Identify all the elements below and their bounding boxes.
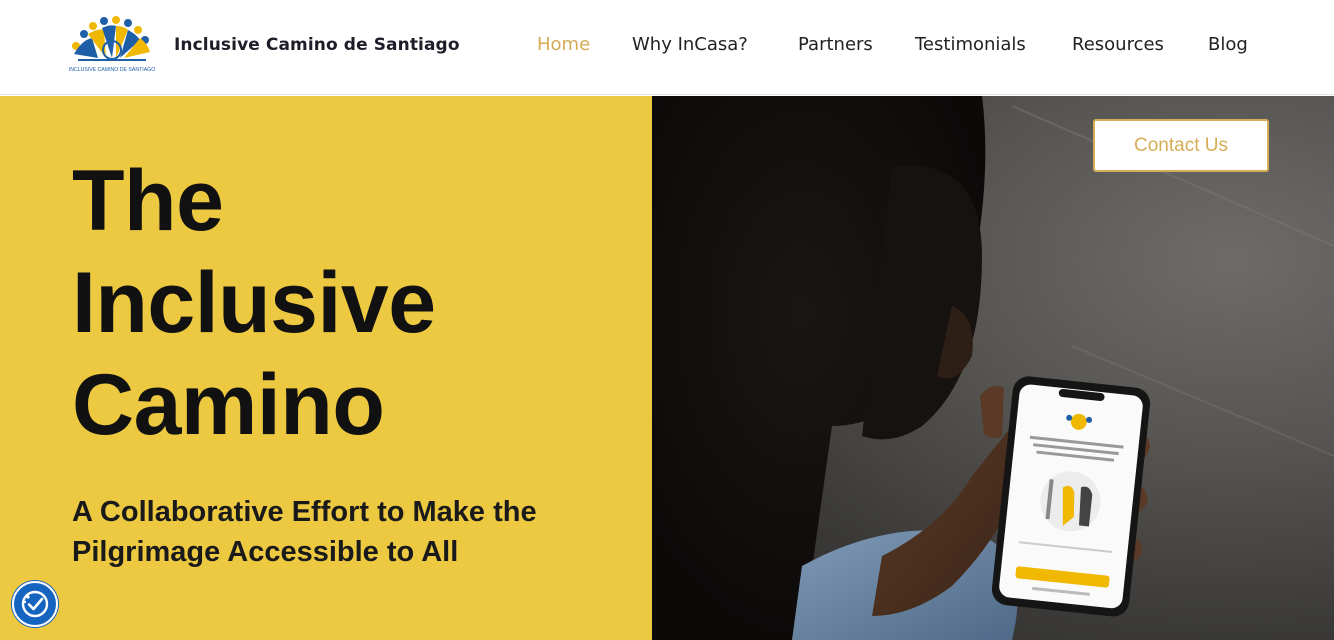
hero-subtitle: A Collaborative Effort to Make the Pilgr… — [72, 496, 537, 568]
accessibility-button[interactable] — [12, 581, 58, 627]
hero-image — [652, 96, 1334, 640]
nav-home[interactable]: Home — [537, 34, 590, 55]
contact-us-button[interactable]: Contact Us — [1093, 119, 1269, 172]
site-header: INCLUSIVE CAMINO DE SANTIAGO Inclusive C… — [0, 0, 1334, 95]
accessibility-check-icon — [21, 590, 49, 618]
hero-section: The Inclusive Camino A Collaborative Eff… — [0, 96, 1334, 640]
nav-testimonials[interactable]: Testimonials — [915, 34, 1026, 55]
nav-blog[interactable]: Blog — [1208, 34, 1248, 55]
hero-title-line: Inclusive — [72, 255, 436, 351]
main-nav: Home Why InCasa? Partners Testimonials R… — [0, 34, 1334, 60]
hero-title-line: Camino — [72, 357, 385, 453]
person-holding-phone-image — [652, 96, 1334, 640]
hero-title-line: The — [72, 153, 224, 249]
nav-partners[interactable]: Partners — [798, 34, 873, 55]
hero-title: The Inclusive Camino — [72, 150, 632, 456]
logo-caption: INCLUSIVE CAMINO DE SANTIAGO — [69, 67, 155, 73]
nav-why-incasa[interactable]: Why InCasa? — [632, 34, 748, 55]
nav-resources[interactable]: Resources — [1072, 34, 1164, 55]
hero-text-panel: The Inclusive Camino A Collaborative Eff… — [0, 96, 652, 640]
